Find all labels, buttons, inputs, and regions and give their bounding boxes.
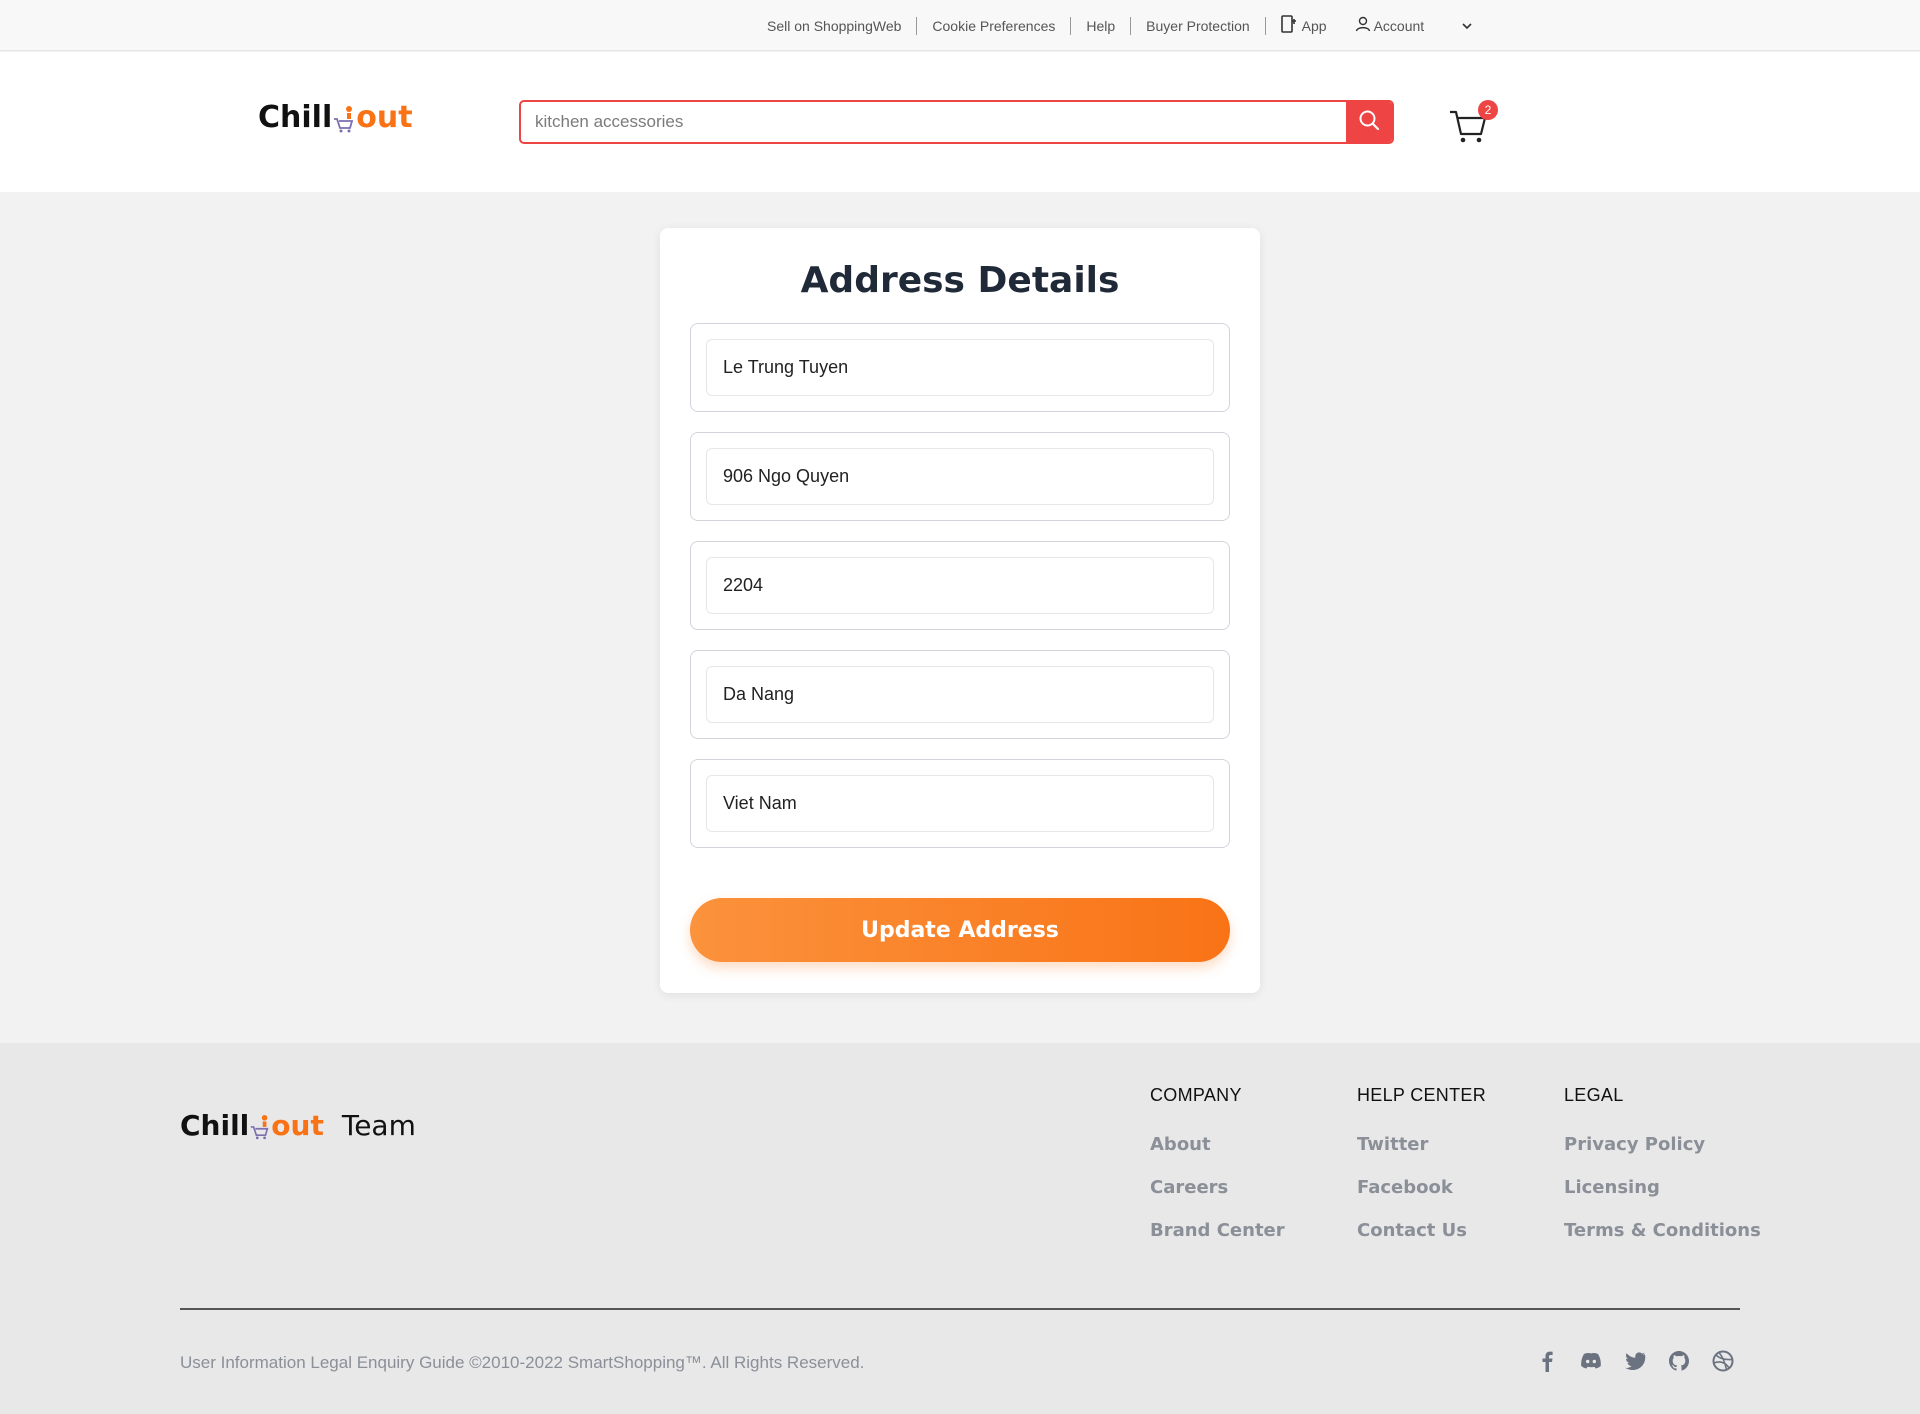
github-icon[interactable] xyxy=(1668,1350,1690,1372)
country-field[interactable] xyxy=(706,775,1214,832)
footer-link-about[interactable]: About xyxy=(1150,1134,1285,1155)
dribbble-icon[interactable] xyxy=(1712,1350,1734,1372)
app-download-icon xyxy=(1280,14,1297,37)
country-field-wrapper xyxy=(690,759,1230,848)
postal-code-field[interactable] xyxy=(706,557,1214,614)
postal-code-field-wrapper xyxy=(690,541,1230,630)
footer-logo-text-chill: Chill xyxy=(180,1109,250,1142)
buyer-protection-link[interactable]: Buyer Protection xyxy=(1131,16,1266,35)
help-link[interactable]: Help xyxy=(1071,16,1132,35)
top-utility-links: Sell on ShoppingWeb Cookie Preferences H… xyxy=(755,0,1473,51)
cookie-preferences-link[interactable]: Cookie Preferences xyxy=(917,16,1072,35)
footer-heading-legal: LEGAL xyxy=(1564,1085,1624,1105)
footer-logo-cart-icon xyxy=(249,1112,271,1140)
top-utility-bar: Sell on ShoppingWeb Cookie Preferences H… xyxy=(0,0,1920,51)
footer-heading-company: COMPANY xyxy=(1150,1085,1242,1105)
user-icon xyxy=(1355,16,1371,36)
footer-logo-text-team: Team xyxy=(341,1109,416,1142)
search-bar xyxy=(519,100,1394,144)
twitter-icon[interactable] xyxy=(1624,1350,1646,1372)
address-details-card: Address Details Update Address xyxy=(660,228,1260,993)
site-logo[interactable]: Chill out xyxy=(258,100,413,135)
name-field-wrapper xyxy=(690,323,1230,412)
footer-link-brand-center[interactable]: Brand Center xyxy=(1150,1220,1285,1241)
social-links xyxy=(1536,1350,1734,1372)
account-label: Account xyxy=(1373,17,1425,34)
footer-heading-help-center: HELP CENTER xyxy=(1357,1085,1487,1105)
footer-column-company: COMPANY About Careers Brand Center xyxy=(1150,1085,1285,1263)
footer-link-contact-us[interactable]: Contact Us xyxy=(1357,1220,1486,1241)
search-icon xyxy=(1358,109,1380,136)
app-link-label: App xyxy=(1301,17,1327,34)
update-address-button[interactable]: Update Address xyxy=(690,898,1230,962)
footer-link-terms[interactable]: Terms & Conditions xyxy=(1564,1220,1761,1241)
name-field[interactable] xyxy=(706,339,1214,396)
city-field-wrapper xyxy=(690,650,1230,739)
footer-link-privacy-policy[interactable]: Privacy Policy xyxy=(1564,1134,1761,1155)
search-button[interactable] xyxy=(1346,102,1392,142)
search-input[interactable] xyxy=(521,102,1346,142)
cart-button[interactable]: 2 xyxy=(1448,100,1498,144)
footer-link-facebook[interactable]: Facebook xyxy=(1357,1177,1486,1198)
street-field-wrapper xyxy=(690,432,1230,521)
logo-text-chill: Chill xyxy=(258,100,333,135)
sell-on-link[interactable]: Sell on ShoppingWeb xyxy=(755,16,918,35)
city-field[interactable] xyxy=(706,666,1214,723)
cart-count-badge: 2 xyxy=(1478,100,1498,120)
site-header: Chill out 2 xyxy=(0,52,1920,192)
copyright-text: User Information Legal Enquiry Guide ©20… xyxy=(180,1353,865,1372)
site-footer: Chill out Team COMPANY About Careers Bra… xyxy=(0,1043,1920,1414)
app-link[interactable]: App xyxy=(1266,14,1345,37)
street-field[interactable] xyxy=(706,448,1214,505)
footer-divider xyxy=(180,1308,1740,1310)
footer-link-licensing[interactable]: Licensing xyxy=(1564,1177,1761,1198)
logo-text-out: out xyxy=(356,100,413,135)
footer-link-careers[interactable]: Careers xyxy=(1150,1177,1285,1198)
chevron-down-icon[interactable] xyxy=(1439,22,1473,30)
footer-column-legal: LEGAL Privacy Policy Licensing Terms & C… xyxy=(1564,1085,1761,1263)
page-title: Address Details xyxy=(800,260,1120,301)
discord-icon[interactable] xyxy=(1580,1350,1602,1372)
facebook-icon[interactable] xyxy=(1536,1350,1558,1372)
footer-link-twitter[interactable]: Twitter xyxy=(1357,1134,1486,1155)
account-menu[interactable]: Account xyxy=(1345,16,1440,36)
footer-column-help-center: HELP CENTER Twitter Facebook Contact Us xyxy=(1357,1085,1486,1263)
footer-logo-text-out: out xyxy=(271,1109,324,1142)
logo-cart-icon xyxy=(332,103,356,133)
footer-logo[interactable]: Chill out Team xyxy=(180,1109,416,1142)
